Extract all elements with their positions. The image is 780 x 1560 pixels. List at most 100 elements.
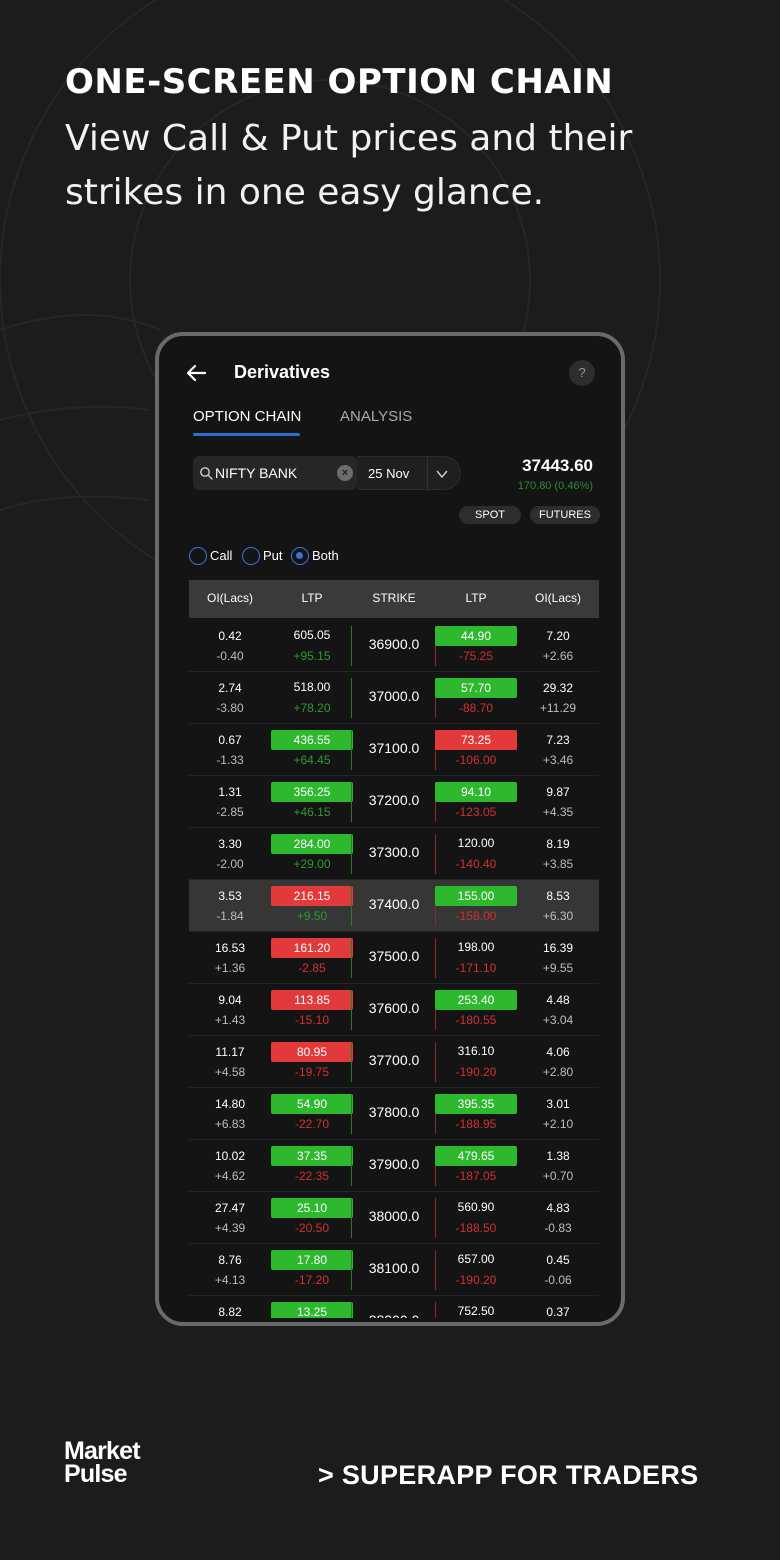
call-oi: 11.17 <box>215 1045 245 1059</box>
radio-both[interactable]: Both <box>291 546 347 566</box>
radio-circle <box>242 547 260 565</box>
strike-price: 37300.0 <box>368 844 420 860</box>
put-ltp-change: -190.20 <box>455 1065 497 1079</box>
call-oi: 10.02 <box>214 1149 246 1163</box>
put-ltp-change: -88.70 <box>458 701 494 715</box>
put-oi: 16.39 <box>542 941 574 955</box>
call-oi-change: +4.62 <box>214 1169 246 1183</box>
call-oi: 14.80 <box>214 1097 246 1111</box>
table-row[interactable]: 11.17 +4.58 80.95 -19.75 37700.0 316.10 -190.2… <box>189 1036 599 1088</box>
call-oi-change: -2.00 <box>216 857 244 871</box>
put-oi: 29.32 <box>542 681 574 695</box>
call-oi-change: +1.36 <box>214 961 246 975</box>
put-oi: 1.38 <box>546 1149 570 1163</box>
search-icon <box>200 467 213 480</box>
call-ltp: 436.55 <box>271 730 353 750</box>
spot-toggle-button[interactable]: SPOT <box>459 506 521 524</box>
strike-price: 38200.0 <box>353 1312 435 1318</box>
strike-price: 37000.0 <box>368 688 420 704</box>
col-put-ltp: LTP <box>465 591 487 605</box>
call-ltp: 25.10 <box>271 1198 353 1218</box>
put-oi-change: +2.80 <box>542 1065 574 1079</box>
app-screen: Derivatives ? OPTION CHAIN ANALYSIS NIFT… <box>163 340 617 1318</box>
strike-price: 37600.0 <box>368 1000 420 1016</box>
call-divider <box>351 1146 352 1186</box>
put-oi-change: +3.85 <box>542 857 574 871</box>
symbol-search-input[interactable]: NIFTY BANK × <box>193 456 357 490</box>
call-ltp-change: +95.15 <box>293 649 331 663</box>
put-oi: 4.83 <box>546 1201 570 1215</box>
call-oi: 9.04 <box>218 993 242 1007</box>
call-ltp: 518.00 <box>293 680 331 694</box>
strike-price: 37400.0 <box>368 896 420 912</box>
back-arrow-icon[interactable] <box>185 362 207 384</box>
expiry-value: 25 Nov <box>368 466 410 481</box>
put-ltp: 57.70 <box>435 678 517 698</box>
table-row[interactable]: 10.02 +4.62 37.35 -22.35 37900.0 479.65 -187.0… <box>189 1140 599 1192</box>
table-row[interactable]: 3.53 -1.84 216.15 +9.50 37400.0 155.00 -158.00… <box>189 880 599 932</box>
table-row[interactable]: 8.76 +4.13 17.80 -17.20 38100.0 657.00 -190.20… <box>189 1244 599 1296</box>
table-row[interactable]: 3.30 -2.00 284.00 +29.00 37300.0 120.00 -140.4… <box>189 828 599 880</box>
put-ltp-change: -158.00 <box>455 909 497 923</box>
clear-icon[interactable]: × <box>337 465 353 481</box>
put-oi-change: +11.29 <box>539 701 577 715</box>
chevron-down-icon[interactable] <box>436 468 448 480</box>
call-oi-change: +1.43 <box>214 1013 246 1027</box>
call-divider <box>351 1094 352 1134</box>
option-type-filter: Call Put Both <box>189 546 389 566</box>
table-row[interactable]: 27.47 +4.39 25.10 -20.50 38000.0 560.90 -188.5… <box>189 1192 599 1244</box>
call-divider <box>351 938 352 978</box>
tab-analysis[interactable]: ANALYSIS <box>340 408 412 425</box>
strike-price: 37700.0 <box>368 1052 420 1068</box>
call-ltp: 13.25 <box>271 1302 353 1318</box>
brand-line-2: Pulse <box>64 1460 128 1488</box>
put-ltp: 155.00 <box>435 886 517 906</box>
put-ltp-change: -123.05 <box>455 805 497 819</box>
put-ltp: 752.50 <box>457 1304 495 1318</box>
call-divider <box>351 1302 352 1318</box>
call-ltp-change: -2.85 <box>298 961 326 975</box>
call-ltp: 37.35 <box>271 1146 353 1166</box>
call-divider <box>351 730 352 770</box>
call-ltp: 216.15 <box>271 886 353 906</box>
call-divider <box>351 1198 352 1238</box>
phone-frame: Derivatives ? OPTION CHAIN ANALYSIS NIFT… <box>155 332 625 1326</box>
put-ltp: 198.00 <box>457 940 495 954</box>
put-ltp: 316.10 <box>457 1044 495 1058</box>
put-ltp: 120.00 <box>457 836 495 850</box>
call-oi: 3.30 <box>218 837 242 851</box>
futures-toggle-button[interactable]: FUTURES <box>530 506 600 524</box>
expiry-select[interactable]: 25 Nov <box>357 456 461 491</box>
put-ltp: 44.90 <box>435 626 517 646</box>
put-oi-change: +2.10 <box>542 1117 574 1131</box>
call-oi: 0.67 <box>218 733 242 747</box>
strike-price: 36900.0 <box>368 636 420 652</box>
tab-option-chain[interactable]: OPTION CHAIN <box>193 408 301 425</box>
call-ltp: 54.90 <box>271 1094 353 1114</box>
put-ltp-change: -75.25 <box>458 649 494 663</box>
put-oi: 0.45 <box>546 1253 570 1267</box>
table-row[interactable]: 16.53 +1.36 161.20 -2.85 37500.0 198.00 -171.1… <box>189 932 599 984</box>
radio-label: Put <box>263 548 283 563</box>
table-row[interactable]: 0.67 -1.33 436.55 +64.45 37100.0 73.25 -106.00… <box>189 724 599 776</box>
call-oi-change: -3.80 <box>216 701 244 715</box>
table-row[interactable]: 1.31 -2.85 356.25 +46.15 37200.0 94.10 -123.05… <box>189 776 599 828</box>
active-tab-indicator <box>193 433 300 436</box>
call-divider <box>351 834 352 874</box>
table-row[interactable]: 2.74 -3.80 518.00 +78.20 37000.0 57.70 -88.70 2… <box>189 672 599 724</box>
radio-call[interactable]: Call <box>189 546 241 566</box>
put-ltp-change: -188.50 <box>455 1221 497 1235</box>
table-row[interactable]: 14.80 +6.83 54.90 -22.70 37800.0 395.35 -188.9… <box>189 1088 599 1140</box>
put-oi-change: +3.04 <box>542 1013 574 1027</box>
call-oi-change: -1.84 <box>216 909 244 923</box>
table-row[interactable]: 0.42 -0.40 605.05 +95.15 36900.0 44.90 -75.25 7… <box>189 620 599 672</box>
call-divider <box>351 1042 352 1082</box>
call-ltp: 80.95 <box>271 1042 353 1062</box>
call-ltp-change: -17.20 <box>294 1273 330 1287</box>
table-row[interactable]: 9.04 +1.43 113.85 -15.10 37600.0 253.40 -180.5… <box>189 984 599 1036</box>
put-ltp-change: -171.10 <box>455 961 497 975</box>
radio-put[interactable]: Put <box>242 546 288 566</box>
table-row[interactable]: 8.82 13.2538200.0 752.50 0.37 <box>189 1296 599 1318</box>
call-oi: 16.53 <box>214 941 246 955</box>
help-icon[interactable]: ? <box>569 360 595 386</box>
